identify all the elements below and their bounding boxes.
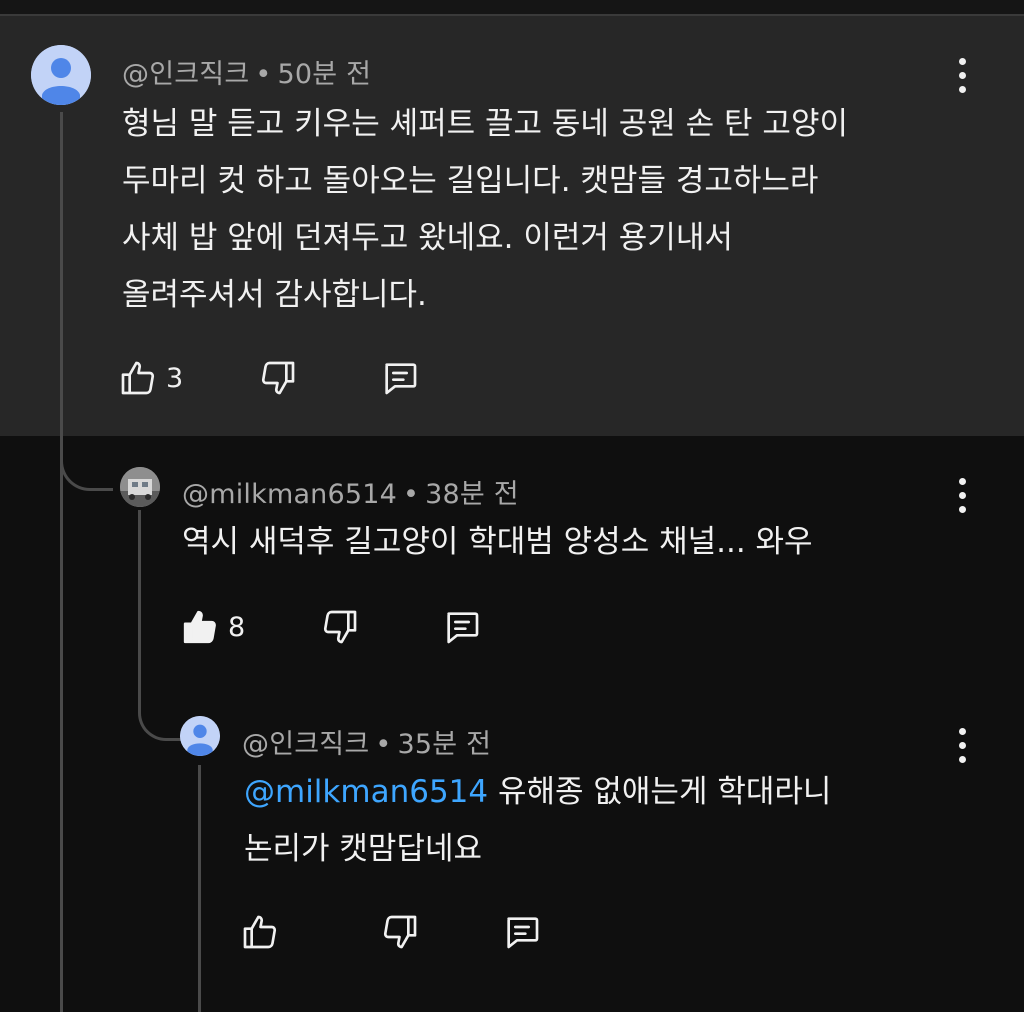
dislike-button[interactable] xyxy=(258,353,298,403)
thumbs-down-icon xyxy=(261,361,295,395)
thumbs-up-icon xyxy=(243,915,277,949)
person-avatar-icon xyxy=(31,45,91,105)
comment-author[interactable]: @인크직크 xyxy=(242,729,369,760)
comment-meta: @milkman6514 • 38분 전 xyxy=(182,472,519,511)
comment-actions: 3 xyxy=(118,353,438,403)
meta-separator: • xyxy=(255,59,272,90)
like-button[interactable] xyxy=(240,907,288,957)
meta-separator: • xyxy=(375,729,392,760)
more-vert-icon[interactable] xyxy=(953,476,973,516)
reply-comment-icon xyxy=(447,612,479,644)
more-vert-icon[interactable] xyxy=(953,56,973,96)
comment-actions: 8 xyxy=(180,602,500,652)
thumbs-down-icon xyxy=(323,610,357,644)
reply-button[interactable] xyxy=(380,353,420,403)
dislike-button[interactable] xyxy=(380,907,420,957)
thread-line xyxy=(60,112,63,1012)
like-count: 8 xyxy=(228,611,246,643)
thumbs-down-icon xyxy=(383,915,417,949)
comment-meta: @인크직크 • 35분 전 xyxy=(242,722,491,761)
comment-author[interactable]: @인크직크 xyxy=(122,59,249,90)
meta-separator: • xyxy=(403,479,420,510)
avatar[interactable] xyxy=(31,45,91,105)
more-vert-icon[interactable] xyxy=(953,726,973,766)
thread-connector xyxy=(138,700,186,741)
comment-time[interactable]: 38분 전 xyxy=(425,479,519,510)
mention-link[interactable]: @milkman6514 xyxy=(244,774,488,810)
person-avatar-icon xyxy=(180,716,220,756)
reply-comment-icon xyxy=(385,363,417,395)
comment-text: 역시 새덕후 길고양이 학대범 양성소 채널... 와우 xyxy=(182,524,813,560)
comment-actions xyxy=(240,907,560,957)
like-button[interactable]: 3 xyxy=(118,353,183,403)
reply-comment-icon xyxy=(507,917,539,949)
comment-meta: @인크직크 • 50분 전 xyxy=(122,52,371,91)
comment-text: @milkman6514 유해종 없애는게 학대라니 논리가 캣맘답네요 xyxy=(244,764,831,878)
reply-button[interactable] xyxy=(442,602,482,652)
thumbs-up-filled-icon xyxy=(183,610,216,644)
top-divider xyxy=(0,0,1024,16)
comment-author[interactable]: @milkman6514 xyxy=(182,479,397,510)
comment-time[interactable]: 50분 전 xyxy=(278,59,372,90)
like-button[interactable]: 8 xyxy=(180,602,245,652)
like-count: 3 xyxy=(166,362,184,394)
thread-line xyxy=(138,510,141,710)
comment-text: 형님 말 듣고 키우는 셰퍼트 끌고 동네 공원 손 탄 고양이 두마리 컷 하… xyxy=(122,106,848,313)
profile-photo-icon xyxy=(120,467,160,507)
reply-button[interactable] xyxy=(502,907,542,957)
avatar[interactable] xyxy=(180,716,220,756)
comment-time[interactable]: 35분 전 xyxy=(398,729,492,760)
thread-connector xyxy=(60,448,113,491)
avatar[interactable] xyxy=(120,467,160,507)
dislike-button[interactable] xyxy=(320,602,360,652)
thread-line xyxy=(198,765,201,1012)
thumbs-up-icon xyxy=(121,361,155,395)
